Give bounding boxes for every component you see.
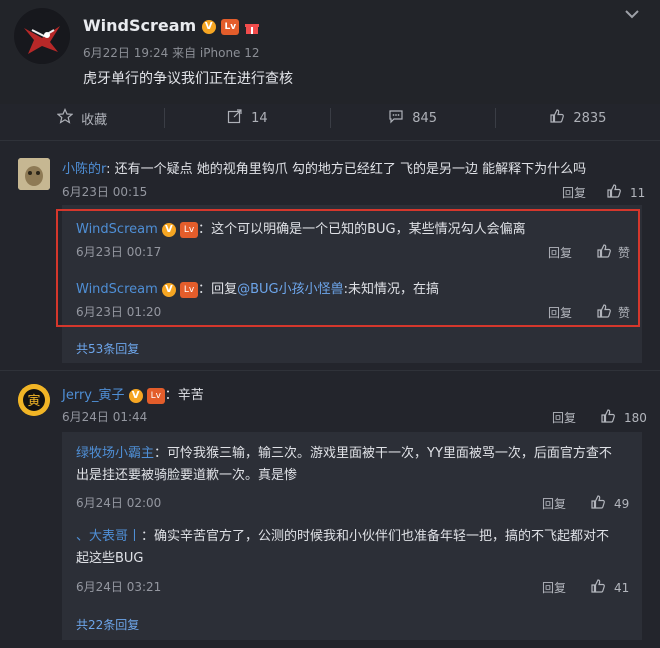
comment-time: 6月23日 00:15: [62, 185, 148, 199]
comment-text: 还有一个疑点 她的视角里钩爪 勾的地方已经红了 飞的是另一边 能解释下为什么吗: [114, 162, 587, 177]
comment-actions: 回复 11: [562, 183, 645, 202]
comment-button[interactable]: 845: [329, 108, 495, 128]
like-count: 2835: [573, 110, 607, 126]
commenter-avatar[interactable]: [18, 158, 50, 190]
thumbs-up-icon[interactable]: [590, 578, 606, 597]
post-meta: 6月22日 19:24 来自 iPhone 12: [83, 46, 260, 60]
reply-author[interactable]: 、大表哥丨: [76, 529, 141, 544]
comment-body: 小陈的r: 还有一个疑点 她的视角里钩爪 勾的地方已经红了 飞的是另一边 能解释…: [62, 162, 587, 177]
reply-button[interactable]: 回复: [542, 579, 566, 596]
comment-time: 6月24日 01:44: [62, 410, 148, 424]
collect-button[interactable]: 收藏: [0, 108, 164, 128]
like-count: 11: [630, 185, 646, 200]
share-icon: [227, 108, 243, 128]
like-button[interactable]: 2835: [494, 108, 660, 128]
commenter-avatar[interactable]: 寅: [18, 384, 50, 416]
reply-text: 确实辛苦官方了，公测的时候我和小伙伴们也准备年轻一把，搞的不飞起都对不: [154, 529, 610, 544]
reply-author[interactable]: 绿牧场小霸主: [76, 446, 154, 461]
author-name-text[interactable]: WindScream: [83, 16, 196, 35]
post-action-bar: 收藏 14 845 2835: [0, 104, 660, 132]
repost-count: 14: [251, 110, 268, 126]
reply-button[interactable]: 回复: [562, 184, 586, 201]
highlight-box: [56, 209, 640, 327]
like-count: 180: [624, 410, 647, 425]
post-text: 虎牙单行的争议我们正在进行查核: [83, 71, 293, 87]
gift-icon: [244, 20, 259, 34]
divider: [0, 140, 660, 141]
comment-text: 辛苦: [177, 388, 204, 403]
more-replies-link[interactable]: 共53条回复: [76, 340, 139, 357]
author-avatar[interactable]: [14, 8, 70, 64]
reply-text: 起这些BUG: [76, 551, 144, 566]
thumbs-up-icon[interactable]: [600, 408, 616, 427]
reply-time: 6月24日 02:00: [76, 496, 162, 510]
like-count: 49: [614, 496, 630, 511]
commenter-name[interactable]: 小陈的r: [62, 162, 106, 177]
repost-button[interactable]: 14: [164, 108, 329, 128]
reply-body: 、大表哥丨：确实辛苦官方了，公测的时候我和小伙伴们也准备年轻一把，搞的不飞起都对…: [76, 526, 636, 570]
reply-button[interactable]: 回复: [542, 495, 566, 512]
reply-actions: 回复 41: [542, 578, 629, 597]
verified-badge: V: [201, 19, 216, 34]
level-badge: Lv: [221, 18, 240, 35]
more-replies-link[interactable]: 共22条回复: [76, 616, 139, 633]
level-badge: Lv: [146, 387, 165, 404]
thumbs-up-icon[interactable]: [590, 494, 606, 513]
reply-actions: 回复 49: [542, 494, 629, 513]
verified-badge: V: [128, 388, 143, 403]
comment-body: Jerry_寅子 V Lv ：辛苦: [62, 387, 204, 404]
reply-time: 6月24日 03:21: [76, 580, 162, 594]
commenter-name[interactable]: Jerry_寅子: [62, 388, 125, 403]
thumbs-up-icon: [549, 108, 565, 128]
reply-button[interactable]: 回复: [552, 409, 576, 426]
reply-body: 绿牧场小霸主：可怜我猴三输，输三次。游戏里面被干一次，YY里面被骂一次，后面官方…: [76, 443, 636, 487]
comment-icon: [388, 108, 404, 128]
reply-text: 可怜我猴三输，输三次。游戏里面被干一次，YY里面被骂一次，后面官方查不: [167, 446, 612, 461]
svg-text:寅: 寅: [27, 393, 40, 409]
like-count: 41: [614, 580, 630, 595]
chevron-down-icon[interactable]: [622, 6, 642, 22]
divider: [0, 370, 660, 371]
comment-count: 845: [412, 110, 438, 126]
thumbs-up-icon[interactable]: [606, 183, 622, 202]
star-icon: [56, 108, 74, 128]
comment-actions: 回复 180: [552, 408, 647, 427]
collect-label: 收藏: [81, 112, 108, 128]
author-name[interactable]: WindScream V Lv: [83, 16, 259, 35]
reply-text: 出是挂还要被骑脸要道歉一次。真是惨: [76, 468, 298, 483]
